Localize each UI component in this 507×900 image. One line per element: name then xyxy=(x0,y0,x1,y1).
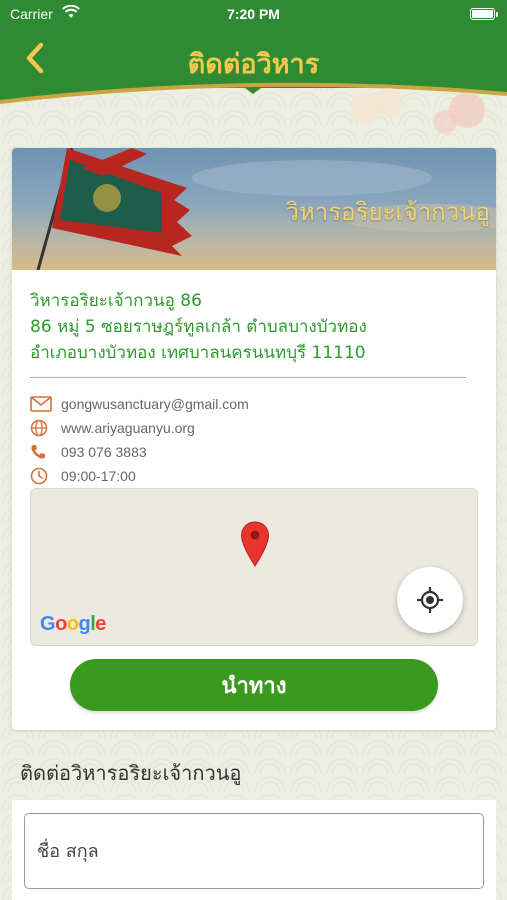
google-logo: Google xyxy=(40,613,106,635)
divider xyxy=(30,377,466,378)
page-title: ติดต่อวิหาร xyxy=(187,49,320,80)
hours-text: 09:00-17:00 xyxy=(61,468,136,484)
email-text: gongwusanctuary@gmail.com xyxy=(61,396,249,412)
address-line-1: วิหารอริยะเจ้ากวนอู 86 xyxy=(30,291,202,311)
website-row[interactable]: www.ariyaguanyu.org xyxy=(30,417,195,439)
crosshair-icon xyxy=(417,587,443,613)
status-time: 7:20 PM xyxy=(227,6,280,22)
map-view[interactable]: Google xyxy=(30,488,478,646)
contact-form-title: ติดต่อวิหารอริยะเจ้ากวนอู xyxy=(20,761,242,785)
address-block: วิหารอริยะเจ้ากวนอู 86 86 หมู่ 5 ซอยราษฎ… xyxy=(30,288,480,366)
map-pin-icon[interactable] xyxy=(240,521,270,567)
phone-text: 093 076 3883 xyxy=(61,444,147,460)
my-location-button[interactable] xyxy=(397,567,463,633)
banner-title: วิหารอริยะเจ้ากวนอู xyxy=(285,198,491,226)
address-line-2: 86 หมู่ 5 ซอยราษฎร์ทูลเกล้า ตำบลบางบัวทอ… xyxy=(30,317,367,337)
cloud-decoration xyxy=(351,88,485,134)
name-input[interactable] xyxy=(24,813,484,889)
clock-icon xyxy=(30,465,54,487)
address-line-3: อำเภอบางบัวทอง เทศบาลนครนนทบุรี 11110 xyxy=(30,343,366,363)
website-text: www.ariyaguanyu.org xyxy=(61,420,195,436)
globe-icon xyxy=(30,417,54,439)
temple-info-card: วิหารอริยะเจ้ากวนอู วิหารอริยะเจ้ากวนอู … xyxy=(12,148,496,730)
status-bar: Carrier 7:20 PM xyxy=(0,0,507,28)
navigate-button[interactable]: นำทาง xyxy=(70,659,438,711)
email-row[interactable]: gongwusanctuary@gmail.com xyxy=(30,393,249,415)
contact-form xyxy=(12,800,496,900)
phone-icon xyxy=(30,441,54,463)
temple-banner: วิหารอริยะเจ้ากวนอู xyxy=(12,148,496,270)
battery-icon xyxy=(470,8,495,20)
mail-icon xyxy=(30,393,54,415)
phone-row[interactable]: 093 076 3883 xyxy=(30,441,147,463)
hours-row: 09:00-17:00 xyxy=(30,465,136,487)
